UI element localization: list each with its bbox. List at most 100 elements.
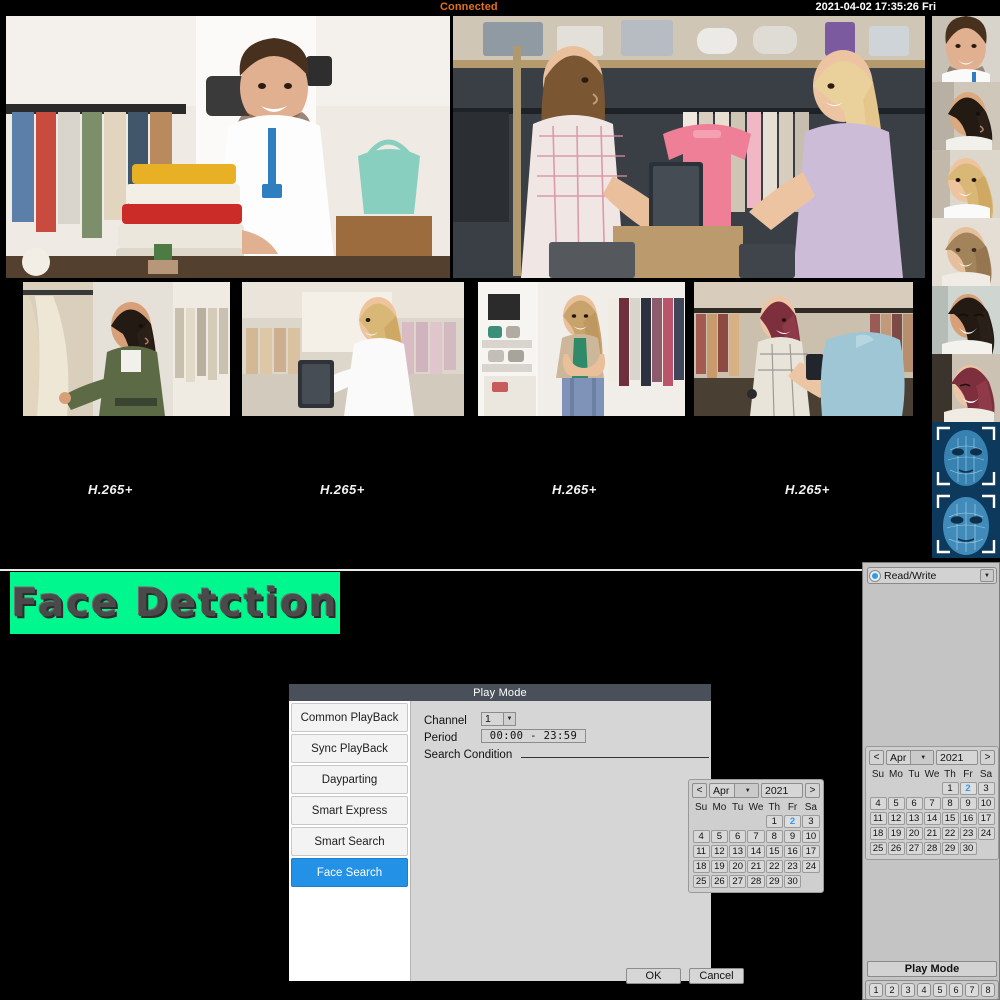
channel-button-8[interactable]: 8: [981, 983, 995, 997]
channel-button-5[interactable]: 5: [933, 983, 947, 997]
calendar-day[interactable]: 12: [711, 845, 728, 858]
calendar-year-field[interactable]: 2021: [936, 750, 978, 765]
video-tile-5[interactable]: [478, 282, 685, 416]
calendar-day[interactable]: 4: [693, 830, 710, 843]
calendar-day[interactable]: 21: [924, 827, 941, 840]
face-thumb-3[interactable]: [932, 150, 1000, 218]
calendar-day[interactable]: 12: [888, 812, 905, 825]
calendar-day[interactable]: 15: [766, 845, 783, 858]
calendar-day[interactable]: 29: [766, 875, 783, 888]
calendar-day[interactable]: 1: [942, 782, 959, 795]
calendar-day[interactable]: 26: [888, 842, 905, 855]
calendar-next-button[interactable]: >: [805, 783, 820, 798]
play-mode-button[interactable]: Play Mode: [867, 961, 997, 977]
cancel-button[interactable]: Cancel: [689, 968, 744, 984]
calendar-day[interactable]: 27: [729, 875, 746, 888]
calendar-day[interactable]: 19: [711, 860, 728, 873]
calendar-day[interactable]: 30: [960, 842, 977, 855]
menu-item-common-playback[interactable]: Common PlayBack: [291, 703, 408, 732]
calendar-day[interactable]: 14: [747, 845, 764, 858]
menu-item-smart-search[interactable]: Smart Search: [291, 827, 408, 856]
calendar-day[interactable]: 9: [960, 797, 977, 810]
calendar-day[interactable]: 3: [978, 782, 995, 795]
calendar-day[interactable]: 4: [870, 797, 887, 810]
channel-button-2[interactable]: 2: [885, 983, 899, 997]
calendar-day[interactable]: 26: [711, 875, 728, 888]
video-tile-3[interactable]: [23, 282, 230, 416]
calendar-day[interactable]: 3: [802, 815, 819, 828]
calendar-day[interactable]: 29: [942, 842, 959, 855]
menu-item-smart-express[interactable]: Smart Express: [291, 796, 408, 825]
calendar-day[interactable]: 17: [978, 812, 995, 825]
calendar-day[interactable]: 25: [870, 842, 887, 855]
calendar-day[interactable]: 30: [784, 875, 801, 888]
calendar-day[interactable]: 9: [784, 830, 801, 843]
calendar-day[interactable]: 22: [766, 860, 783, 873]
channel-select[interactable]: 1 ▼: [481, 712, 516, 726]
channel-button-3[interactable]: 3: [901, 983, 915, 997]
calendar-day[interactable]: 8: [942, 797, 959, 810]
ok-button[interactable]: OK: [626, 968, 681, 984]
storage-mode-select[interactable]: Read/Write ▼: [867, 567, 997, 584]
menu-item-sync-playback[interactable]: Sync PlayBack: [291, 734, 408, 763]
calendar-day[interactable]: 18: [870, 827, 887, 840]
calendar-day[interactable]: 5: [888, 797, 905, 810]
calendar-day[interactable]: 22: [942, 827, 959, 840]
calendar-prev-button[interactable]: <: [692, 783, 707, 798]
calendar-day[interactable]: 21: [747, 860, 764, 873]
video-tile-2[interactable]: [453, 16, 925, 278]
video-tile-4[interactable]: [242, 282, 464, 416]
calendar-month-select[interactable]: Apr ▼: [709, 783, 759, 798]
calendar-day[interactable]: 15: [942, 812, 959, 825]
calendar-day[interactable]: 28: [747, 875, 764, 888]
calendar-day[interactable]: 13: [906, 812, 923, 825]
calendar-day[interactable]: 1: [766, 815, 783, 828]
calendar-day[interactable]: 24: [802, 860, 819, 873]
calendar-day[interactable]: 19: [888, 827, 905, 840]
calendar-day[interactable]: 25: [693, 875, 710, 888]
video-tile-6[interactable]: [694, 282, 913, 416]
channel-button-7[interactable]: 7: [965, 983, 979, 997]
period-input[interactable]: 00:00 - 23:59: [481, 729, 586, 743]
menu-item-dayparting[interactable]: Dayparting: [291, 765, 408, 794]
calendar-day[interactable]: 14: [924, 812, 941, 825]
calendar-prev-button[interactable]: <: [869, 750, 884, 765]
calendar-day[interactable]: 7: [924, 797, 941, 810]
calendar-day[interactable]: 5: [711, 830, 728, 843]
calendar-day-selected[interactable]: 2: [960, 782, 977, 795]
calendar-day[interactable]: 24: [978, 827, 995, 840]
calendar-day[interactable]: 28: [924, 842, 941, 855]
face-scan-thumb-1[interactable]: [932, 422, 1000, 490]
calendar-day[interactable]: 18: [693, 860, 710, 873]
calendar-day[interactable]: 11: [870, 812, 887, 825]
face-thumb-2[interactable]: [932, 82, 1000, 150]
calendar-day[interactable]: 23: [960, 827, 977, 840]
calendar-day[interactable]: 11: [693, 845, 710, 858]
face-scan-thumb-2[interactable]: [932, 490, 1000, 558]
calendar-day[interactable]: 20: [729, 860, 746, 873]
calendar-day[interactable]: 6: [729, 830, 746, 843]
calendar-day[interactable]: 10: [802, 830, 819, 843]
calendar-day[interactable]: 13: [729, 845, 746, 858]
calendar-day-selected[interactable]: 2: [784, 815, 801, 828]
face-thumb-6[interactable]: [932, 354, 1000, 422]
calendar-day[interactable]: 16: [960, 812, 977, 825]
calendar-day[interactable]: 10: [978, 797, 995, 810]
calendar-day[interactable]: 23: [784, 860, 801, 873]
calendar-day[interactable]: 6: [906, 797, 923, 810]
face-thumb-1[interactable]: [932, 14, 1000, 82]
face-thumb-4[interactable]: [932, 218, 1000, 286]
calendar-day[interactable]: 20: [906, 827, 923, 840]
calendar-year-field[interactable]: 2021: [761, 783, 803, 798]
calendar-day[interactable]: 8: [766, 830, 783, 843]
channel-button-6[interactable]: 6: [949, 983, 963, 997]
calendar-day[interactable]: 7: [747, 830, 764, 843]
calendar-day[interactable]: 17: [802, 845, 819, 858]
menu-item-face-search[interactable]: Face Search: [291, 858, 408, 887]
calendar-day[interactable]: 16: [784, 845, 801, 858]
face-thumb-5[interactable]: [932, 286, 1000, 354]
calendar-next-button[interactable]: >: [980, 750, 995, 765]
calendar-day[interactable]: 27: [906, 842, 923, 855]
channel-button-4[interactable]: 4: [917, 983, 931, 997]
calendar-month-select[interactable]: Apr ▼: [886, 750, 934, 765]
